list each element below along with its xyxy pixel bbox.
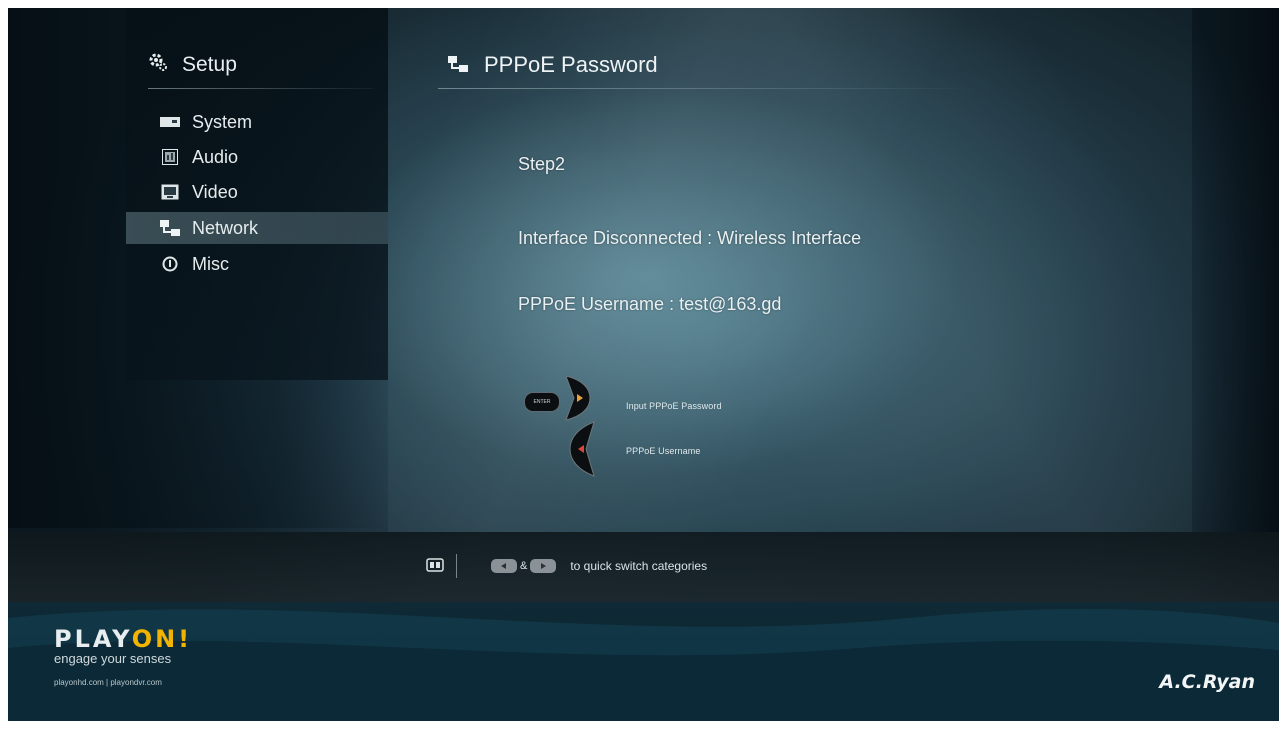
sidebar-item-system[interactable]: System (126, 106, 388, 138)
footer-hint: & to quick switch categories (426, 554, 707, 578)
page-title-label: PPPoE Password (484, 52, 658, 77)
left-hint-label: PPPoE Username (626, 446, 701, 456)
left-arrow-button-icon[interactable] (560, 420, 600, 478)
network-icon (448, 52, 468, 78)
footer-divider (456, 554, 457, 578)
remote-icon (426, 557, 444, 575)
sidebar-title-divider (148, 88, 373, 89)
sidebar-item-network[interactable]: Network (126, 212, 388, 244)
remote-hints: ENTER Input PPPoE Password PPPoE Usernam… (518, 370, 818, 490)
pppoe-username-value: PPPoE Username : test@163.gd (518, 294, 782, 314)
footer-switch-text: to quick switch categories (570, 559, 708, 573)
decorative-wave (8, 608, 1279, 721)
right-hint-label: Input PPPoE Password (626, 401, 722, 411)
sidebar-item-misc[interactable]: Misc (126, 248, 388, 280)
sidebar-item-label: Video (192, 181, 238, 202)
sidebar: Setup System Audio Video Network Misc (126, 8, 388, 380)
screen: Setup System Audio Video Network Misc PP… (8, 8, 1279, 721)
info-icon (160, 256, 180, 272)
page-title-divider (438, 88, 978, 89)
enter-button-icon[interactable]: ENTER (524, 392, 560, 412)
right-arrow-button-icon[interactable] (560, 374, 600, 422)
audio-icon (160, 149, 180, 165)
video-icon (160, 184, 180, 200)
prev-category-key-icon (491, 559, 517, 573)
brand-block: PLAYON! engage your senses playonhd.com … (54, 625, 192, 687)
next-category-key-icon (530, 559, 557, 573)
brand-tagline: engage your senses (54, 651, 172, 666)
gear-icon (148, 52, 168, 78)
maker-logo: A.C.Ryan (1159, 671, 1255, 693)
network-icon (160, 220, 180, 236)
brand-urls: playonhd.com | playondvr.com (54, 678, 162, 687)
sidebar-item-audio[interactable]: Audio (126, 141, 388, 173)
sidebar-item-label: System (192, 111, 253, 132)
playon-logo: PLAYON! (54, 625, 193, 653)
interface-status: Interface Disconnected : Wireless Interf… (518, 228, 862, 248)
page-title: PPPoE Password (448, 52, 658, 78)
system-icon (160, 114, 180, 130)
sidebar-item-label: Audio (192, 146, 239, 167)
step-label: Step2 (518, 154, 566, 174)
sidebar-title-label: Setup (182, 53, 237, 76)
sidebar-item-video[interactable]: Video (126, 176, 388, 208)
sidebar-item-label: Network (192, 217, 259, 238)
and-label: & (520, 560, 528, 572)
sidebar-item-label: Misc (192, 253, 229, 274)
sidebar-title: Setup (148, 52, 237, 78)
